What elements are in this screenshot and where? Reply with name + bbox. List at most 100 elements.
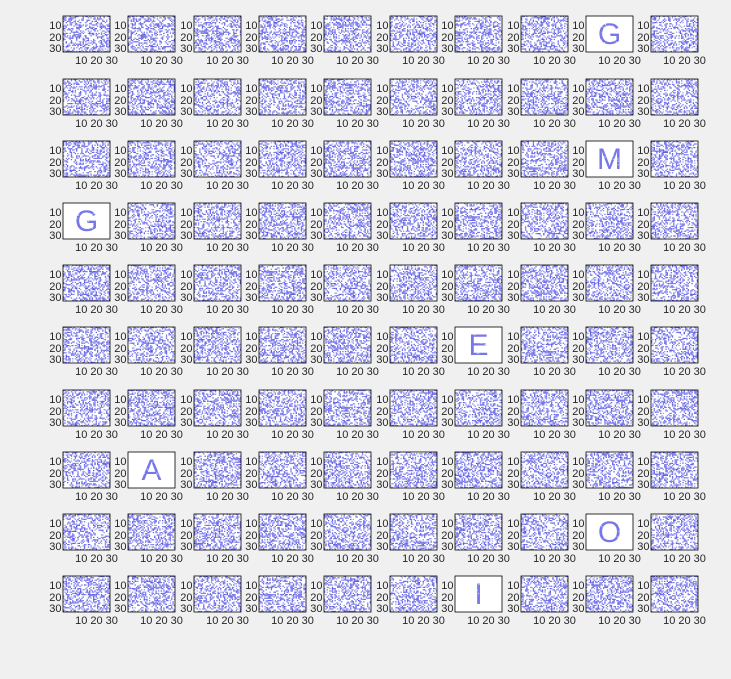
subplot-panel: I10203010 20 30	[441, 575, 510, 627]
y-tick-label: 10	[376, 83, 388, 95]
y-tick-label: 30	[245, 230, 257, 242]
x-tick-labels: 10 20 30	[75, 429, 118, 441]
y-tick-label: 10	[507, 331, 519, 343]
subplot-panel: 10203010 20 30	[310, 264, 379, 316]
x-tick-labels: 10 20 30	[271, 242, 314, 254]
subplot-panel: 10203010 20 30	[180, 202, 249, 254]
panel-letter: G	[75, 205, 98, 238]
y-tick-label: 10	[310, 456, 322, 468]
subplot-panel: 10203010 20 30	[572, 78, 641, 130]
y-tick-label: 30	[245, 354, 257, 366]
subplot-panel: 10203010 20 30	[376, 140, 445, 192]
y-tick-label: 10	[637, 20, 649, 32]
subplot-panel: 10203010 20 30	[507, 202, 576, 254]
y-tick-label: 10	[376, 269, 388, 281]
x-tick-labels: 10 20 30	[467, 553, 510, 565]
subplot-panel: 10203010 20 30	[637, 575, 706, 627]
y-tick-label: 10	[637, 580, 649, 592]
x-tick-labels: 10 20 30	[140, 55, 183, 67]
x-tick-labels: 10 20 30	[206, 180, 249, 192]
y-tick-label: 10	[572, 331, 584, 343]
y-tick-label: 10	[49, 207, 61, 219]
x-tick-labels: 10 20 30	[663, 429, 706, 441]
y-tick-label: 30	[441, 168, 453, 180]
x-tick-labels: 10 20 30	[336, 615, 379, 627]
y-tick-label: 30	[114, 168, 126, 180]
x-tick-labels: 10 20 30	[75, 118, 118, 130]
subplot-panel: 10203010 20 30	[507, 140, 576, 192]
y-tick-label: 30	[637, 417, 649, 429]
x-tick-labels: 10 20 30	[271, 55, 314, 67]
subplot-panel: 10203010 20 30	[637, 15, 706, 67]
subplot-panel: 10203010 20 30	[245, 264, 314, 316]
x-tick-labels: 10 20 30	[206, 304, 249, 316]
subplot-panel: 10203010 20 30	[114, 575, 183, 627]
y-tick-label: 10	[114, 145, 126, 157]
y-tick-label: 10	[310, 518, 322, 530]
y-tick-label: 10	[441, 145, 453, 157]
x-tick-labels: 10 20 30	[206, 429, 249, 441]
subplot-panel: 10203010 20 30	[310, 513, 379, 565]
y-tick-label: 10	[245, 518, 257, 530]
y-tick-label: 10	[49, 269, 61, 281]
y-tick-label: 30	[507, 354, 519, 366]
y-tick-label: 30	[310, 479, 322, 491]
y-tick-label: 30	[376, 354, 388, 366]
y-tick-label: 10	[507, 580, 519, 592]
y-tick-label: 30	[114, 479, 126, 491]
subplot-panel: 10203010 20 30	[507, 78, 576, 130]
y-tick-label: 30	[310, 230, 322, 242]
y-tick-label: 10	[507, 20, 519, 32]
x-tick-labels: 10 20 30	[663, 366, 706, 378]
x-tick-labels: 10 20 30	[75, 491, 118, 503]
panel-letter: E	[468, 329, 488, 362]
x-tick-labels: 10 20 30	[271, 615, 314, 627]
x-tick-labels: 10 20 30	[206, 491, 249, 503]
y-tick-label: 30	[310, 292, 322, 304]
y-tick-label: 10	[180, 394, 192, 406]
y-tick-label: 30	[507, 417, 519, 429]
y-tick-label: 10	[114, 331, 126, 343]
y-tick-label: 30	[376, 479, 388, 491]
subplot-panel: 10203010 20 30	[114, 264, 183, 316]
x-tick-labels: 10 20 30	[533, 304, 576, 316]
x-tick-labels: 10 20 30	[663, 615, 706, 627]
y-tick-label: 30	[637, 541, 649, 553]
y-tick-label: 30	[114, 354, 126, 366]
y-tick-label: 30	[245, 417, 257, 429]
y-tick-label: 10	[441, 580, 453, 592]
x-tick-labels: 10 20 30	[75, 366, 118, 378]
x-tick-labels: 10 20 30	[533, 429, 576, 441]
subplot-panel: 10203010 20 30	[572, 451, 641, 503]
subplot-panel: 10203010 20 30	[180, 326, 249, 378]
y-tick-label: 10	[49, 456, 61, 468]
x-tick-labels: 10 20 30	[336, 242, 379, 254]
y-tick-label: 10	[572, 207, 584, 219]
x-tick-labels: 10 20 30	[336, 491, 379, 503]
subplot-panel: 10203010 20 30	[114, 202, 183, 254]
x-tick-labels: 10 20 30	[467, 180, 510, 192]
subplot-panel: 10203010 20 30	[376, 451, 445, 503]
subplot-panel: 10203010 20 30	[245, 575, 314, 627]
y-tick-label: 30	[572, 354, 584, 366]
y-tick-label: 10	[245, 20, 257, 32]
x-tick-labels: 10 20 30	[75, 55, 118, 67]
y-tick-label: 10	[572, 269, 584, 281]
subplot-panel: 10203010 20 30	[637, 513, 706, 565]
x-tick-labels: 10 20 30	[402, 615, 445, 627]
y-tick-label: 30	[180, 354, 192, 366]
panel-letter: O	[598, 516, 621, 549]
y-tick-label: 30	[376, 168, 388, 180]
y-tick-label: 30	[441, 230, 453, 242]
y-tick-label: 10	[441, 331, 453, 343]
subplot-panel: 10203010 20 30	[376, 389, 445, 441]
y-tick-label: 30	[572, 168, 584, 180]
subplot-panel: 10203010 20 30	[507, 451, 576, 503]
y-tick-label: 30	[49, 354, 61, 366]
y-tick-label: 10	[180, 20, 192, 32]
x-tick-labels: 10 20 30	[533, 615, 576, 627]
y-tick-label: 10	[376, 580, 388, 592]
y-tick-label: 30	[49, 292, 61, 304]
y-tick-label: 30	[507, 106, 519, 118]
y-tick-label: 30	[507, 541, 519, 553]
